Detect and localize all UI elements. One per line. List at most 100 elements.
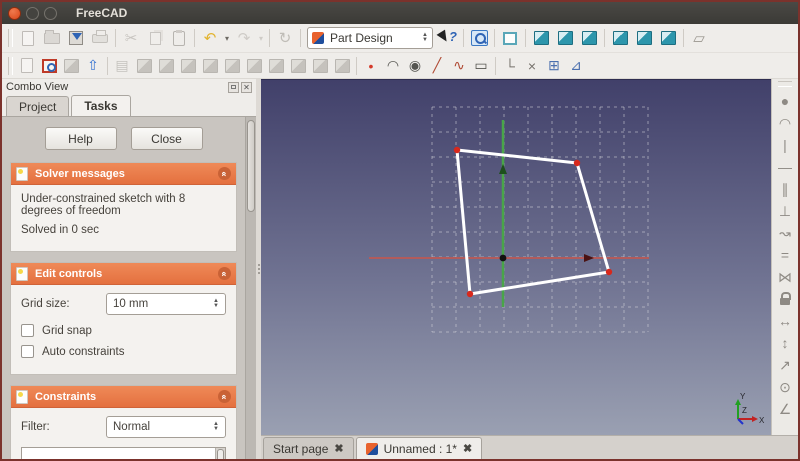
construction-mode-icon[interactable]: ⊿	[565, 56, 587, 76]
bottom-view-icon[interactable]	[632, 27, 656, 49]
constraint-distance-x-icon[interactable]: ↔	[773, 310, 797, 332]
new-sketch-icon[interactable]	[16, 56, 38, 76]
constraint-equal-icon[interactable]: =	[773, 244, 797, 266]
front-view-icon[interactable]	[529, 27, 553, 49]
partdesign-multitransform-icon[interactable]	[331, 56, 353, 76]
print-icon[interactable]	[88, 27, 112, 49]
tab-project[interactable]: Project	[6, 96, 70, 116]
rear-view-icon[interactable]	[608, 27, 632, 49]
window-minimize-button[interactable]	[26, 6, 39, 20]
external-geometry-icon[interactable]: ⊞	[543, 56, 565, 76]
measure-distance-icon[interactable]: ▱	[687, 27, 711, 49]
filter-select[interactable]: Normal ▲ ▼	[106, 416, 226, 438]
grid-snap-checkbox[interactable]	[21, 324, 34, 337]
constraint-block-icon[interactable]	[773, 288, 797, 310]
partdesign-linear-pattern-icon[interactable]	[287, 56, 309, 76]
tasks-scrollbar-thumb[interactable]	[247, 120, 255, 212]
save-icon[interactable]	[64, 27, 88, 49]
titlebar[interactable]: FreeCAD	[2, 2, 798, 24]
sketch-fillet-icon[interactable]: └	[499, 56, 521, 76]
open-file-icon[interactable]	[40, 27, 64, 49]
map-sketch-icon[interactable]	[60, 56, 82, 76]
sketch-circle-icon[interactable]: ◉	[404, 56, 426, 76]
paste-icon[interactable]	[167, 27, 191, 49]
window-close-button[interactable]	[8, 6, 21, 20]
toolbar-separator	[463, 29, 464, 47]
constraint-tangent-icon[interactable]: ↝	[773, 222, 797, 244]
sketch-trim-icon[interactable]: ×	[521, 56, 543, 76]
constraints-header[interactable]: Constraints «	[11, 386, 236, 408]
constraint-angle-icon[interactable]: ∠	[773, 398, 797, 420]
refresh-icon[interactable]: ↻	[273, 27, 297, 49]
tab-close-icon[interactable]: ✖	[463, 442, 472, 455]
tab-close-icon[interactable]: ✖	[334, 442, 343, 455]
constraint-horizontal-icon[interactable]: —	[773, 156, 797, 178]
redo-dropdown-icon[interactable]: ▾	[256, 27, 266, 49]
panel-close-icon[interactable]: ✕	[241, 81, 252, 93]
partdesign-groove-icon[interactable]	[177, 56, 199, 76]
filter-spinner[interactable]: ▲ ▼	[207, 421, 219, 432]
tasks-scrollbar[interactable]	[245, 117, 256, 459]
partdesign-chamfer-icon[interactable]	[221, 56, 243, 76]
undo-dropdown-icon[interactable]: ▾	[222, 27, 232, 49]
partdesign-pad-icon[interactable]: ▤	[111, 56, 133, 76]
tab-tasks[interactable]: Tasks	[71, 95, 131, 116]
leave-sketch-icon[interactable]: ⇧	[82, 56, 104, 76]
constraint-perpendicular-icon[interactable]: ⊥	[773, 200, 797, 222]
top-view-icon[interactable]	[553, 27, 577, 49]
whats-this-icon[interactable]	[436, 27, 460, 49]
partdesign-polar-pattern-icon[interactable]	[309, 56, 331, 76]
partdesign-revolution-icon[interactable]	[155, 56, 177, 76]
edit-sketch-icon[interactable]	[38, 56, 60, 76]
redo-icon[interactable]: ↷	[232, 27, 256, 49]
right-view-icon[interactable]	[577, 27, 601, 49]
tab-unnamed-document[interactable]: Unnamed : 1* ✖	[355, 437, 483, 459]
constraints-list[interactable]: ▼	[21, 447, 226, 459]
workbench-selector-spinner[interactable]: ▲ ▼	[416, 32, 428, 43]
toolbar-grip[interactable]	[8, 56, 13, 75]
grid-size-spinner[interactable]: ▲ ▼	[207, 298, 219, 309]
grid-size-select[interactable]: 10 mm ▲ ▼	[106, 293, 226, 315]
copy-icon[interactable]	[143, 27, 167, 49]
sketch-polyline-icon[interactable]: ∿	[448, 56, 470, 76]
workbench-selector[interactable]: Part Design ▲ ▼	[307, 27, 433, 49]
toolbar-separator	[107, 56, 108, 75]
solver-messages-header[interactable]: Solver messages «	[11, 163, 236, 185]
sketch-line-icon[interactable]: ╱	[426, 56, 448, 76]
auto-constraints-label: Auto constraints	[42, 345, 125, 358]
new-file-icon[interactable]	[16, 27, 40, 49]
partdesign-mirrored-icon[interactable]	[265, 56, 287, 76]
constraint-point-on-object-icon[interactable]: ◠	[773, 112, 797, 134]
constraint-radius-icon[interactable]: ⊙	[773, 376, 797, 398]
auto-constraints-checkbox[interactable]	[21, 345, 34, 358]
edit-controls-header[interactable]: Edit controls «	[11, 263, 236, 285]
left-view-icon[interactable]	[656, 27, 680, 49]
fit-all-icon[interactable]	[467, 27, 491, 49]
constraint-distance-y-icon[interactable]: ↕	[773, 332, 797, 354]
constraint-vertical-icon[interactable]: |	[773, 134, 797, 156]
close-button[interactable]: Close	[130, 127, 203, 150]
axonometric-view-icon[interactable]	[498, 27, 522, 49]
sketch-point-icon[interactable]: •	[360, 56, 382, 76]
constraint-length-icon[interactable]: ↗	[773, 354, 797, 376]
tab-start-page[interactable]: Start page ✖	[263, 437, 354, 459]
sketch-rectangle-icon[interactable]: ▭	[470, 56, 492, 76]
window-maximize-button[interactable]	[44, 6, 57, 20]
partdesign-fillet-icon[interactable]	[199, 56, 221, 76]
undo-icon[interactable]: ↶	[198, 27, 222, 49]
partdesign-draft-icon[interactable]	[243, 56, 265, 76]
toolbar-grip[interactable]	[778, 81, 792, 87]
help-button[interactable]: Help	[44, 127, 117, 150]
partdesign-pocket-icon[interactable]	[133, 56, 155, 76]
constraint-coincident-icon[interactable]: ●	[773, 90, 797, 112]
collapse-icon[interactable]: «	[218, 267, 231, 280]
toolbar-grip[interactable]	[8, 29, 13, 47]
constraint-parallel-icon[interactable]: ∥	[773, 178, 797, 200]
constraint-symmetric-icon[interactable]: ⋈	[773, 266, 797, 288]
sketch-arc-icon[interactable]: ◠	[382, 56, 404, 76]
cut-icon[interactable]: ✂	[119, 27, 143, 49]
collapse-icon[interactable]: «	[218, 167, 231, 180]
panel-float-icon[interactable]	[228, 81, 239, 93]
3d-viewport[interactable]: YZ X	[261, 79, 771, 435]
collapse-icon[interactable]: «	[218, 390, 231, 403]
